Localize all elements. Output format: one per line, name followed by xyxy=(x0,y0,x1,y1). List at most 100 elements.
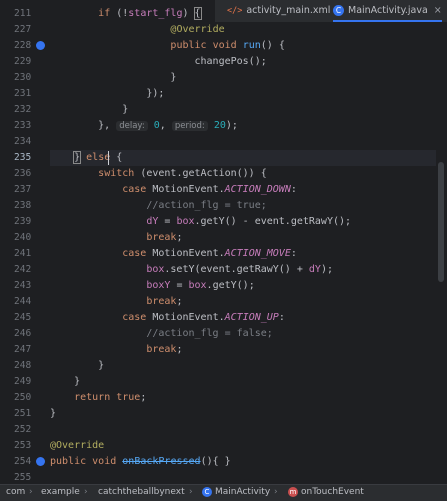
line-number[interactable]: 237 xyxy=(0,182,50,198)
code-line[interactable]: break; xyxy=(50,342,436,358)
code-line[interactable]: case MotionEvent.ACTION_UP: xyxy=(50,310,436,326)
code-token: else xyxy=(86,152,111,163)
line-number[interactable]: 239 xyxy=(0,214,50,230)
line-number[interactable]: 240 xyxy=(0,230,50,246)
code-line[interactable]: //action_flg = false; xyxy=(50,326,436,342)
code-line[interactable]: changePos(); xyxy=(50,54,436,70)
breadcrumb-item-ontouchevent[interactable]: m onTouchEvent xyxy=(288,485,364,500)
tab-activity-main-xml[interactable]: </> activity_main.xml xyxy=(227,0,330,22)
line-number[interactable]: 250 xyxy=(0,390,50,406)
code-line[interactable]: //action_flg = true; xyxy=(50,198,436,214)
code-line[interactable]: dY = box.getY() - event.getRawY(); xyxy=(50,214,436,230)
line-number[interactable]: 243 xyxy=(0,278,50,294)
vertical-scrollbar[interactable] xyxy=(437,22,447,484)
breadcrumb-item-catchtheballbynext[interactable]: catchtheballbynext xyxy=(98,485,185,500)
code-line[interactable]: } xyxy=(50,70,436,86)
breadcrumb: com › example › catchtheballbynext › C MainActi… xyxy=(0,484,447,501)
code-token: MotionEvent. xyxy=(146,184,225,195)
line-number[interactable]: 230 xyxy=(0,70,50,86)
code-line[interactable] xyxy=(50,134,436,150)
line-number[interactable]: 232 xyxy=(0,102,50,118)
line-number[interactable]: 229 xyxy=(0,54,50,70)
code-token: onBackPressed xyxy=(122,456,201,467)
line-number[interactable]: 227 xyxy=(0,22,50,38)
breadcrumb-item-example[interactable]: example xyxy=(41,485,80,500)
code-token: ; xyxy=(176,344,183,355)
code-line[interactable]: public void run() { xyxy=(50,38,436,54)
code-token: @Override xyxy=(170,24,225,35)
code-token: } xyxy=(50,408,57,419)
code-line[interactable]: } xyxy=(50,374,436,390)
override-method-icon[interactable] xyxy=(36,41,45,50)
line-number[interactable]: 235 xyxy=(0,150,50,166)
line-number[interactable]: 241 xyxy=(0,246,50,262)
line-number[interactable]: 247 xyxy=(0,342,50,358)
code-line[interactable]: } xyxy=(50,406,436,422)
line-number[interactable]: 236 xyxy=(0,166,50,182)
code-line[interactable]: case MotionEvent.ACTION_DOWN: xyxy=(50,182,436,198)
code-editor[interactable]: 211 227 228 229 230 231 232 233 234 235 236 237 238 2… xyxy=(0,0,447,484)
line-number[interactable]: 251 xyxy=(0,406,50,422)
code-line[interactable]: boxY = box.getY(); xyxy=(50,278,436,294)
line-number-text: 249 xyxy=(14,376,32,387)
code-line[interactable]: @Override xyxy=(50,438,436,454)
code-line[interactable]: @Override xyxy=(50,22,436,38)
line-number[interactable]: 248 xyxy=(0,358,50,374)
line-number[interactable]: 242 xyxy=(0,262,50,278)
line-number[interactable]: 233 xyxy=(0,118,50,134)
code-token: box xyxy=(146,264,165,275)
code-token: ; xyxy=(140,392,147,403)
line-number[interactable]: 252 xyxy=(0,422,50,438)
code-line[interactable]: switch (event.getAction()) { xyxy=(50,166,436,182)
code-line[interactable]: break; xyxy=(50,294,436,310)
code-line[interactable]: }); xyxy=(50,86,436,102)
code-line[interactable]: break; xyxy=(50,230,436,246)
line-number[interactable]: 254 xyxy=(0,454,50,470)
code-line[interactable]: }, delay: 0, period: 20); xyxy=(50,118,436,134)
code-line[interactable]: } xyxy=(50,358,436,374)
close-tab-icon[interactable]: × xyxy=(434,5,442,16)
code-line[interactable] xyxy=(50,422,436,438)
line-number[interactable]: 238 xyxy=(0,198,50,214)
parameter-hint: delay: xyxy=(116,121,148,131)
code-line[interactable] xyxy=(50,470,436,484)
code-token: ACTION_MOVE xyxy=(224,248,291,259)
breadcrumb-separator: › xyxy=(274,487,278,497)
line-number[interactable]: 255 xyxy=(0,470,50,484)
line-number[interactable]: 234 xyxy=(0,134,50,150)
line-number[interactable]: 244 xyxy=(0,294,50,310)
line-number[interactable]: 245 xyxy=(0,310,50,326)
line-number-text: 254 xyxy=(14,456,32,467)
code-line[interactable]: box.setY(event.getRawY() + dY); xyxy=(50,262,436,278)
code-line[interactable]: case MotionEvent.ACTION_MOVE: xyxy=(50,246,436,262)
breadcrumb-label: com xyxy=(6,487,26,497)
tab-main-activity-java[interactable]: C MainActivity.java × xyxy=(333,0,442,22)
code-line[interactable]: } xyxy=(50,102,436,118)
line-number[interactable]: 211 xyxy=(0,6,50,22)
override-method-icon[interactable] xyxy=(36,457,45,466)
breadcrumb-item-mainactivity[interactable]: C MainActivity xyxy=(202,485,270,500)
line-number-text: 244 xyxy=(14,296,32,307)
line-number-gutter[interactable]: 211 227 228 229 230 231 232 233 234 235 236 237 238 2… xyxy=(0,0,50,484)
line-number[interactable]: 249 xyxy=(0,374,50,390)
line-number[interactable]: 246 xyxy=(0,326,50,342)
line-number[interactable]: 231 xyxy=(0,86,50,102)
line-number-text: 236 xyxy=(14,168,32,179)
code-token: () { xyxy=(260,40,285,51)
scrollbar-thumb[interactable] xyxy=(438,162,444,282)
line-number-text: 235 xyxy=(14,152,32,163)
code-line[interactable]: return true; xyxy=(50,390,436,406)
code-token: case xyxy=(122,312,147,323)
breadcrumb-item-com[interactable]: com xyxy=(6,485,25,500)
line-number[interactable]: 228 xyxy=(0,38,50,54)
code-area[interactable]: if (!start_flg) { @Override public void … xyxy=(50,0,436,484)
breadcrumb-separator: › xyxy=(29,487,33,497)
line-number[interactable]: 253 xyxy=(0,438,50,454)
code-line[interactable]: public void onBackPressed(){ } xyxy=(50,454,436,470)
breadcrumb-label: onTouchEvent xyxy=(301,487,364,497)
